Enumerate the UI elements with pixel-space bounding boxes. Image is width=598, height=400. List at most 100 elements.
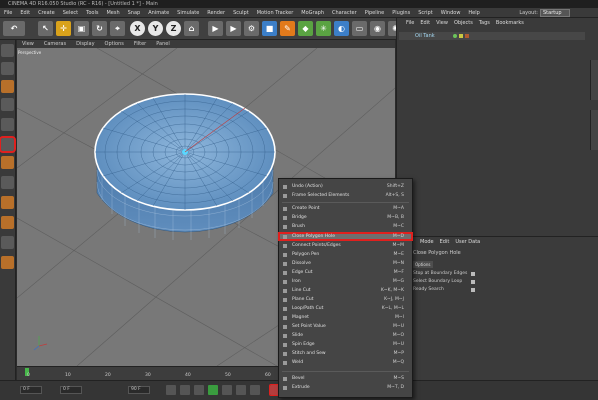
- stop-at-boundary-checkbox[interactable]: [471, 272, 475, 276]
- enable-check-icon[interactable]: [459, 34, 463, 38]
- ctx-dissolve[interactable]: Dissolve M~N: [279, 260, 412, 267]
- am-menu-edit[interactable]: Edit: [437, 239, 453, 245]
- end-frame-field[interactable]: 90 F: [128, 386, 150, 394]
- z-axis-lock-button[interactable]: Z: [166, 21, 181, 36]
- recent-tool-icon[interactable]: ⌖: [110, 21, 125, 36]
- ctx-connect-points-edges[interactable]: Connect Points/Edges M~M: [279, 242, 412, 249]
- ctx-extrude[interactable]: Extrude M~T, D: [279, 384, 412, 391]
- rotate-icon[interactable]: ↻: [92, 21, 107, 36]
- ctx-frame-selected[interactable]: Frame Selected Elements Alt+S, S: [279, 192, 412, 199]
- side-tab-objects[interactable]: [590, 60, 598, 100]
- live-selection-icon[interactable]: ↖: [38, 21, 53, 36]
- ctx-slide[interactable]: Slide M~O: [279, 332, 412, 339]
- ctx-set-point-value[interactable]: Set Point Value M~U: [279, 323, 412, 330]
- previous-key-icon[interactable]: [180, 385, 190, 395]
- ctx-close-polygon-hole[interactable]: Close Polygon Hole M~D: [278, 232, 413, 241]
- viewport-menu-panel[interactable]: Panel: [151, 40, 175, 48]
- ctx-polygon-pen[interactable]: Polygon Pen M~E: [279, 251, 412, 258]
- ctx-brush[interactable]: Brush M~C: [279, 223, 412, 230]
- om-menu-file[interactable]: File: [403, 20, 417, 26]
- om-menu-edit[interactable]: Edit: [417, 20, 433, 26]
- y-axis-lock-button[interactable]: Y: [148, 21, 163, 36]
- coordinate-system-icon[interactable]: ⌂: [184, 21, 199, 36]
- menu-animate[interactable]: Animate: [144, 8, 173, 18]
- menu-character[interactable]: Character: [328, 8, 361, 18]
- object-row[interactable]: Oil Tank: [399, 32, 585, 40]
- menu-simulate[interactable]: Simulate: [173, 8, 203, 18]
- workspace-icon[interactable]: [1, 256, 14, 269]
- menu-edit[interactable]: Edit: [16, 8, 34, 18]
- start-frame-field[interactable]: 0 F: [60, 386, 82, 394]
- ctx-loop-path-cut[interactable]: Loop/Path Cut K~L, M~L: [279, 305, 412, 312]
- ctx-bridge[interactable]: Bridge M~B, B: [279, 214, 412, 221]
- x-axis-lock-button[interactable]: X: [130, 21, 145, 36]
- render-picture-viewer-icon[interactable]: ▶: [226, 21, 241, 36]
- menu-create[interactable]: Create: [34, 8, 59, 18]
- tab-options[interactable]: Options: [413, 261, 433, 268]
- menu-snap[interactable]: Snap: [124, 8, 145, 18]
- select-boundary-loop-checkbox[interactable]: [471, 280, 475, 284]
- menu-select[interactable]: Select: [59, 8, 82, 18]
- tweak-icon[interactable]: [1, 196, 14, 209]
- pen-icon[interactable]: ✎: [280, 21, 295, 36]
- polygons-mode-icon[interactable]: [1, 156, 14, 169]
- am-menu-user-data[interactable]: User Data: [452, 239, 483, 245]
- ctx-magnet[interactable]: Magnet M~I: [279, 314, 412, 321]
- ctx-edge-cut[interactable]: Edge Cut M~F: [279, 269, 412, 276]
- ready-search-checkbox[interactable]: [471, 288, 475, 292]
- model-mode-icon[interactable]: [1, 62, 14, 75]
- cube-icon[interactable]: ■: [262, 21, 277, 36]
- side-tab-content-browser[interactable]: [590, 110, 598, 150]
- ctx-undo-action[interactable]: Undo (Action) Shift+Z: [279, 183, 412, 190]
- ctx-plane-cut[interactable]: Plane Cut K~J, M~J: [279, 296, 412, 303]
- ctx-spin-edge[interactable]: Spin Edge M~U: [279, 341, 412, 348]
- ctx-weld[interactable]: Weld M~Q: [279, 359, 412, 366]
- points-mode-icon[interactable]: [1, 118, 14, 131]
- menu-file[interactable]: File: [0, 8, 16, 18]
- menu-tools[interactable]: Tools: [82, 8, 102, 18]
- menu-sculpt[interactable]: Sculpt: [229, 8, 253, 18]
- subdivision-icon[interactable]: ◆: [298, 21, 313, 36]
- ctx-create-point[interactable]: Create Point M~A: [279, 205, 412, 212]
- undo-icon[interactable]: ↶: [3, 21, 25, 36]
- viewport-menu-display[interactable]: Display: [71, 40, 99, 48]
- texture-mode-icon[interactable]: [1, 80, 14, 93]
- menu-mograph[interactable]: MoGraph: [297, 8, 328, 18]
- menu-window[interactable]: Window: [437, 8, 465, 18]
- menu-help[interactable]: Help: [464, 8, 483, 18]
- scale-icon[interactable]: ▣: [74, 21, 89, 36]
- menu-pipeline[interactable]: Pipeline: [361, 8, 389, 18]
- array-icon[interactable]: ✳: [316, 21, 331, 36]
- workplane-icon[interactable]: [1, 98, 14, 111]
- menu-motion-tracker[interactable]: Motion Tracker: [253, 8, 298, 18]
- camera-icon[interactable]: ◉: [370, 21, 385, 36]
- viewport-menu-view[interactable]: View: [17, 40, 39, 48]
- menu-plugins[interactable]: Plugins: [388, 8, 414, 18]
- snap-icon[interactable]: [1, 216, 14, 229]
- next-frame-icon[interactable]: [222, 385, 232, 395]
- play-icon[interactable]: [208, 385, 218, 395]
- move-icon[interactable]: ✛: [56, 21, 71, 36]
- make-editable-icon[interactable]: [1, 44, 14, 57]
- previous-frame-icon[interactable]: [194, 385, 204, 395]
- menu-render[interactable]: Render: [203, 8, 229, 18]
- render-settings-icon[interactable]: ⚙: [244, 21, 259, 36]
- menu-mesh[interactable]: Mesh: [102, 8, 123, 18]
- viewport-menu-options[interactable]: Options: [100, 40, 129, 48]
- om-menu-bookmarks[interactable]: Bookmarks: [493, 20, 527, 26]
- material-tag-icon[interactable]: [465, 34, 469, 38]
- animation-icon[interactable]: [1, 236, 14, 249]
- ctx-bevel[interactable]: Bevel M~S: [279, 375, 412, 382]
- viewport-menu-cameras[interactable]: Cameras: [39, 40, 71, 48]
- render-view-icon[interactable]: ▶: [208, 21, 223, 36]
- am-menu-mode[interactable]: Mode: [417, 239, 437, 245]
- go-to-end-icon[interactable]: [250, 385, 260, 395]
- current-frame-field[interactable]: 0 F: [20, 386, 42, 394]
- ctx-iron[interactable]: Iron M~G: [279, 278, 412, 285]
- om-menu-tags[interactable]: Tags: [476, 20, 493, 26]
- om-menu-objects[interactable]: Objects: [451, 20, 476, 26]
- layout-select[interactable]: Startup: [540, 9, 570, 17]
- edges-mode-icon[interactable]: [0, 136, 16, 153]
- deformer-icon[interactable]: ◐: [334, 21, 349, 36]
- next-key-icon[interactable]: [236, 385, 246, 395]
